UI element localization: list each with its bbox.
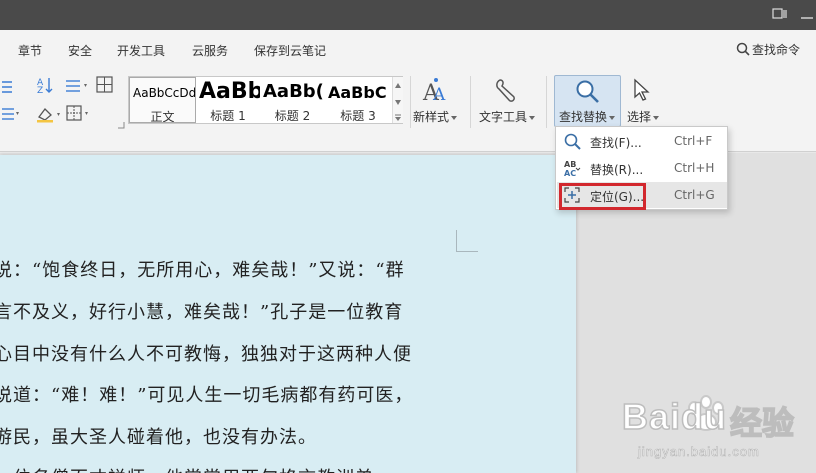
style-gallery-scroll[interactable] bbox=[392, 77, 403, 123]
baidu-jingyan-watermark: Baidu 经验 jingyan.baidu.com bbox=[620, 388, 816, 473]
search-icon bbox=[736, 42, 750, 56]
doc-line: 一位名僧百丈禅师，他常常用两句格言教训弟 bbox=[0, 464, 374, 473]
menu-item-shortcut: Ctrl+F bbox=[674, 134, 713, 148]
table-border-icon[interactable] bbox=[96, 76, 114, 97]
select-button[interactable]: 选择 bbox=[627, 108, 660, 125]
menu-save-cloud-notes[interactable]: 保存到云笔记 bbox=[254, 42, 326, 59]
menu-item-shortcut: Ctrl+G bbox=[674, 188, 715, 202]
magnifier-icon bbox=[576, 80, 599, 103]
doc-line: 言不及义，好行小慧，难矣哉！”孔子是一位教育 bbox=[0, 302, 404, 323]
menu-security[interactable]: 安全 bbox=[68, 42, 92, 59]
style-sample: AaBbC bbox=[328, 83, 387, 102]
shading-icon[interactable] bbox=[36, 105, 64, 126]
doc-line: 说：“饱食终日，无所用心，难矣哉！”又说：“群 bbox=[0, 260, 405, 281]
style-sample: AaBb bbox=[199, 79, 260, 104]
watermark-brand: Baidu bbox=[621, 395, 728, 438]
indent-icon[interactable] bbox=[2, 106, 22, 125]
search-command-label: 查找命令 bbox=[752, 43, 801, 57]
restore-icon[interactable] bbox=[772, 8, 787, 20]
sort-icon[interactable]: AZ bbox=[36, 76, 54, 97]
ribbon-separator bbox=[470, 76, 471, 128]
menu-item-goto[interactable]: 定位(G)... Ctrl+G bbox=[557, 182, 727, 210]
search-command[interactable]: 查找命令 bbox=[736, 41, 800, 58]
style-normal[interactable]: AaBbCcDd 正文 bbox=[129, 77, 196, 123]
new-style-label: 新样式 bbox=[413, 110, 450, 124]
find-icon bbox=[564, 133, 581, 150]
style-name: 标题 3 bbox=[340, 109, 376, 123]
border-icon[interactable] bbox=[66, 105, 94, 126]
menu-item-label: 替换(R)... bbox=[590, 163, 644, 177]
style-heading-1[interactable]: AaBb 标题 1 bbox=[196, 77, 260, 123]
svg-text:A: A bbox=[432, 85, 446, 105]
menu-item-find[interactable]: 查找(F)... Ctrl+F bbox=[557, 128, 727, 154]
new-style-button[interactable]: 新样式 bbox=[413, 108, 458, 125]
menu-item-shortcut: Ctrl+H bbox=[674, 161, 715, 175]
find-replace-button[interactable]: 查找替换 bbox=[554, 75, 621, 127]
watermark-cn: 经验 bbox=[729, 403, 795, 443]
find-replace-dropdown: 查找(F)... Ctrl+F AB AC 替换(R)... Ctrl+H 定位(… bbox=[555, 126, 728, 210]
document-page[interactable]: 说：“饱食终日，无所用心，难矣哉！”又说：“群 言不及义，好行小慧，难矣哉！”孔… bbox=[0, 155, 576, 473]
menu-bar: 章节 安全 开发工具 云服务 保存到云笔记 查找命令 bbox=[0, 30, 816, 68]
cursor-icon[interactable] bbox=[633, 78, 651, 105]
ribbon-separator bbox=[410, 76, 411, 128]
menu-developer[interactable]: 开发工具 bbox=[117, 42, 165, 59]
style-name: 标题 2 bbox=[274, 109, 311, 123]
select-label: 选择 bbox=[627, 110, 652, 124]
style-gallery: AaBbCcDd 正文 AaBb 标题 1 AaBb( 标题 2 AaBbC 标… bbox=[128, 76, 403, 124]
style-heading-2[interactable]: AaBb( 标题 2 bbox=[260, 77, 325, 123]
style-name: 标题 1 bbox=[210, 109, 246, 123]
text-tool-button[interactable]: 文字工具 bbox=[479, 108, 536, 125]
svg-text:AB: AB bbox=[564, 160, 576, 169]
svg-text:AC: AC bbox=[564, 169, 576, 177]
menu-item-label: 查找(F)... bbox=[590, 136, 642, 150]
find-replace-label: 查找替换 bbox=[559, 110, 608, 124]
replace-icon: ABAC bbox=[564, 160, 581, 177]
title-bar bbox=[0, 0, 816, 30]
style-sample: AaBb( bbox=[263, 81, 324, 102]
doc-line: 说道：“难！难！”可见人生一切毛病都有药可医， bbox=[0, 385, 414, 406]
margin-marker bbox=[456, 230, 478, 252]
highlight-annotation-box bbox=[559, 183, 646, 210]
style-name: 正文 bbox=[150, 110, 175, 123]
doc-line: 游民，虽大圣人碰着他，也没有办法。 bbox=[0, 427, 317, 448]
style-sample: AaBbCcDd bbox=[133, 86, 196, 100]
doc-line: 心目中没有什么人不可教悔，独独对于这两种人便 bbox=[0, 344, 412, 365]
ribbon-separator bbox=[546, 76, 547, 128]
new-style-icon[interactable]: AA bbox=[420, 76, 450, 106]
menu-cloud[interactable]: 云服务 bbox=[192, 42, 228, 59]
text-tool-label: 文字工具 bbox=[479, 110, 528, 124]
menu-chapter[interactable]: 章节 bbox=[18, 42, 42, 59]
style-heading-3[interactable]: AaBbC 标题 3 bbox=[325, 77, 391, 123]
svg-text:Z: Z bbox=[37, 86, 43, 94]
menu-item-replace[interactable]: AB AC 替换(R)... Ctrl+H bbox=[557, 155, 727, 181]
numbering-icon[interactable] bbox=[2, 78, 30, 97]
minimize-icon[interactable] bbox=[800, 8, 814, 20]
watermark-url: jingyan.baidu.com bbox=[638, 444, 760, 460]
wrench-icon[interactable] bbox=[494, 78, 518, 107]
line-spacing-icon[interactable] bbox=[64, 78, 92, 97]
paragraph-dialog-icon[interactable] bbox=[117, 118, 125, 132]
